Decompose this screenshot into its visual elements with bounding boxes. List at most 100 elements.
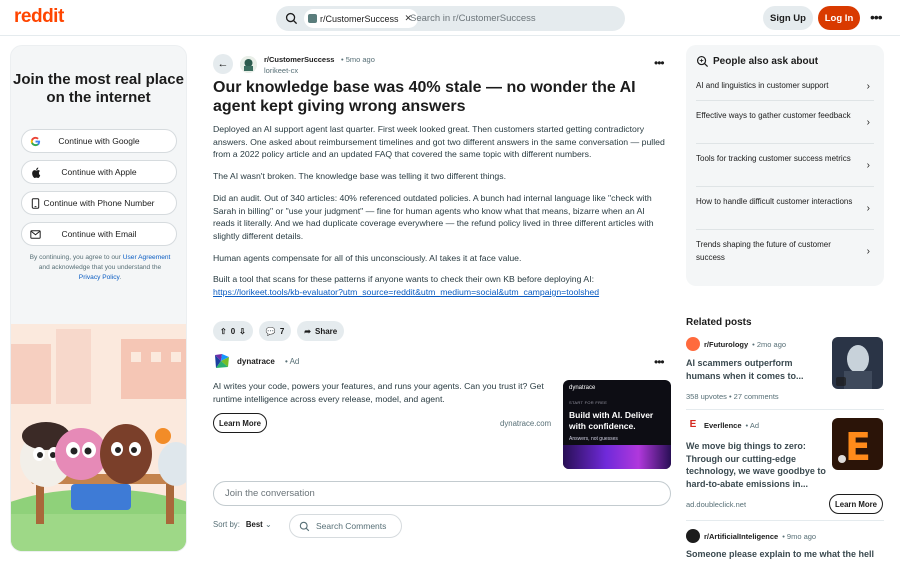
ad-creative[interactable]: dynatrace START FOR FREE Build with AI. … bbox=[563, 380, 671, 469]
privacy-policy-link[interactable]: Privacy Policy bbox=[79, 274, 120, 281]
continue-phone-button[interactable]: Continue with Phone Number bbox=[21, 191, 177, 215]
post-paragraph: Human agents compensate for all of this … bbox=[213, 252, 522, 263]
related-post-thumbnail[interactable] bbox=[832, 337, 883, 389]
related-sub-name[interactable]: r/Futurology bbox=[704, 340, 748, 349]
divider bbox=[696, 186, 874, 187]
post-body: Deployed an AI support agent last quarte… bbox=[213, 123, 665, 308]
login-button[interactable]: Log In bbox=[818, 6, 860, 30]
reddit-logo[interactable]: reddit bbox=[14, 6, 64, 28]
chevron-right-icon: › bbox=[866, 160, 870, 171]
ad-advertiser[interactable]: dynatrace bbox=[237, 357, 275, 366]
people-also-ask-panel: People also ask about AI and linguistics… bbox=[686, 45, 884, 286]
post-overflow-icon[interactable]: ••• bbox=[654, 56, 665, 70]
related-ad-learn-more-button[interactable]: Learn More bbox=[829, 494, 883, 514]
subreddit-mini-icon bbox=[308, 14, 317, 23]
more-options-icon[interactable]: ••• bbox=[870, 9, 883, 25]
post-paragraph: Deployed an AI support agent last quarte… bbox=[213, 124, 665, 160]
join-illustration bbox=[11, 324, 186, 551]
signup-button[interactable]: Sign Up bbox=[763, 6, 813, 30]
apple-icon bbox=[30, 167, 41, 178]
back-button[interactable]: ← bbox=[213, 54, 233, 74]
chevron-right-icon: › bbox=[866, 117, 870, 128]
ask-item[interactable]: AI and linguistics in customer support › bbox=[696, 80, 874, 94]
phone-icon bbox=[30, 198, 41, 209]
ad-overflow-icon[interactable]: ••• bbox=[654, 355, 665, 369]
upvote-icon[interactable]: ⇧ bbox=[220, 327, 227, 336]
comment-icon: 💬 bbox=[265, 326, 276, 336]
related-post[interactable]: r/Futurology • 2mo ago AI scammers outpe… bbox=[686, 337, 884, 403]
vote-count: 0 bbox=[230, 326, 236, 336]
downvote-icon[interactable]: ⇩ bbox=[239, 327, 246, 336]
ask-item[interactable]: Tools for tracking customer success metr… bbox=[696, 153, 874, 179]
share-button[interactable]: ➦ Share bbox=[297, 321, 345, 341]
dynatrace-logo[interactable] bbox=[213, 353, 230, 370]
related-sub-name[interactable]: r/ArtificialInteligence bbox=[704, 532, 778, 541]
search-comments-input[interactable]: Search Comments bbox=[289, 514, 402, 538]
post-last-text: Built a tool that scans for these patter… bbox=[213, 274, 595, 285]
continue-google-button[interactable]: Continue with Google bbox=[21, 129, 177, 153]
join-panel: Join the most real place on the internet… bbox=[10, 45, 187, 552]
search-placeholder: Search in r/CustomerSuccess bbox=[410, 13, 536, 24]
ad-learn-more-button[interactable]: Learn More bbox=[213, 413, 267, 433]
comments-button[interactable]: 💬 7 bbox=[258, 321, 292, 341]
people-ask-title: People also ask about bbox=[713, 56, 819, 67]
subreddit-search-chip[interactable]: r/CustomerSuccess ✕ bbox=[304, 9, 419, 28]
sort-control[interactable]: Sort by: Best ⌄ bbox=[213, 520, 272, 529]
share-label: Share bbox=[314, 326, 338, 336]
related-ad-thumbnail[interactable]: E bbox=[832, 418, 883, 470]
chevron-down-icon: ⌄ bbox=[264, 520, 272, 529]
sort-value[interactable]: Best bbox=[246, 520, 263, 529]
ad-domain[interactable]: dynatrace.com bbox=[500, 419, 551, 428]
related-posts-title: Related posts bbox=[686, 317, 752, 328]
related-sub-name[interactable]: Everllence bbox=[704, 421, 742, 430]
ad-text: AI writes your code, powers your feature… bbox=[213, 381, 544, 404]
top-header: reddit r/CustomerSuccess ✕ Search in r/C… bbox=[0, 0, 900, 36]
search-icon bbox=[299, 521, 310, 532]
related-post-meta: 358 upvotes • 27 comments bbox=[686, 392, 779, 401]
subreddit-avatar[interactable] bbox=[240, 56, 257, 73]
subreddit-name[interactable]: r/CustomerSuccess bbox=[264, 55, 334, 64]
continue-phone-label: Continue with Phone Number bbox=[43, 198, 155, 208]
share-icon: ➦ bbox=[304, 326, 311, 336]
ad-card-headline: Build with AI. Deliver with confidence. bbox=[569, 410, 654, 431]
chevron-right-icon: › bbox=[866, 81, 870, 92]
related-ad-sub: E Everllence • Ad bbox=[686, 418, 759, 432]
related-ad-domain[interactable]: ad.doubleclick.net bbox=[686, 500, 746, 509]
join-conversation-input[interactable]: Join the conversation bbox=[213, 481, 671, 506]
terms-text: By continuing, you agree to our User Agr… bbox=[29, 253, 171, 283]
ask-item-label: Effective ways to gather customer feedba… bbox=[696, 111, 851, 120]
user-agreement-link[interactable]: User Agreement bbox=[123, 254, 171, 261]
ask-item[interactable]: Trends shaping the future of customer su… bbox=[696, 239, 874, 265]
related-post-sub: r/ArtificialInteligence • 9mo ago bbox=[686, 529, 816, 543]
post-paragraph: Did an audit. Out of 340 articles: 40% r… bbox=[213, 192, 654, 241]
continue-google-label: Continue with Google bbox=[58, 136, 140, 146]
search-sparkle-icon bbox=[696, 55, 709, 68]
google-icon bbox=[30, 136, 41, 147]
post-paragraph-last: Built a tool that scans for these patter… bbox=[213, 273, 665, 298]
ask-item[interactable]: How to handle difficult customer interac… bbox=[696, 196, 874, 222]
sort-label: Sort by: bbox=[213, 520, 240, 529]
chevron-right-icon: › bbox=[866, 203, 870, 214]
post-author[interactable]: lorikeet-cx bbox=[264, 66, 298, 75]
search-icon bbox=[285, 12, 298, 25]
related-ad-title[interactable]: We move big things to zero: Through our … bbox=[686, 440, 826, 490]
search-bar[interactable]: r/CustomerSuccess ✕ Search in r/Customer… bbox=[276, 6, 625, 31]
related-post-title[interactable]: AI scammers outperform humans when it co… bbox=[686, 357, 826, 382]
ad-card-sub: Answers, not guesses bbox=[569, 436, 618, 442]
kb-evaluator-link[interactable]: https://lorikeet.tools/kb-evaluator?utm_… bbox=[213, 287, 599, 297]
email-icon bbox=[30, 229, 41, 240]
ask-item-label: AI and linguistics in customer support bbox=[696, 81, 829, 90]
divider bbox=[696, 143, 874, 144]
post-time: • 5mo ago bbox=[341, 55, 375, 64]
related-post-title[interactable]: Someone please explain to me what the he… bbox=[686, 548, 884, 561]
continue-email-button[interactable]: Continue with Email bbox=[21, 222, 177, 246]
terms-pre: By continuing, you agree to our bbox=[29, 254, 121, 261]
svg-text:E: E bbox=[845, 425, 871, 469]
post-title: Our knowledge base was 40% stale — no wo… bbox=[213, 79, 636, 115]
related-post[interactable]: r/ArtificialInteligence • 9mo ago Someon… bbox=[686, 529, 884, 563]
continue-apple-button[interactable]: Continue with Apple bbox=[21, 160, 177, 184]
continue-apple-label: Continue with Apple bbox=[61, 167, 137, 177]
comment-count: 7 bbox=[279, 326, 285, 336]
subreddit-avatar bbox=[686, 529, 700, 543]
ask-item[interactable]: Effective ways to gather customer feedba… bbox=[696, 110, 874, 136]
